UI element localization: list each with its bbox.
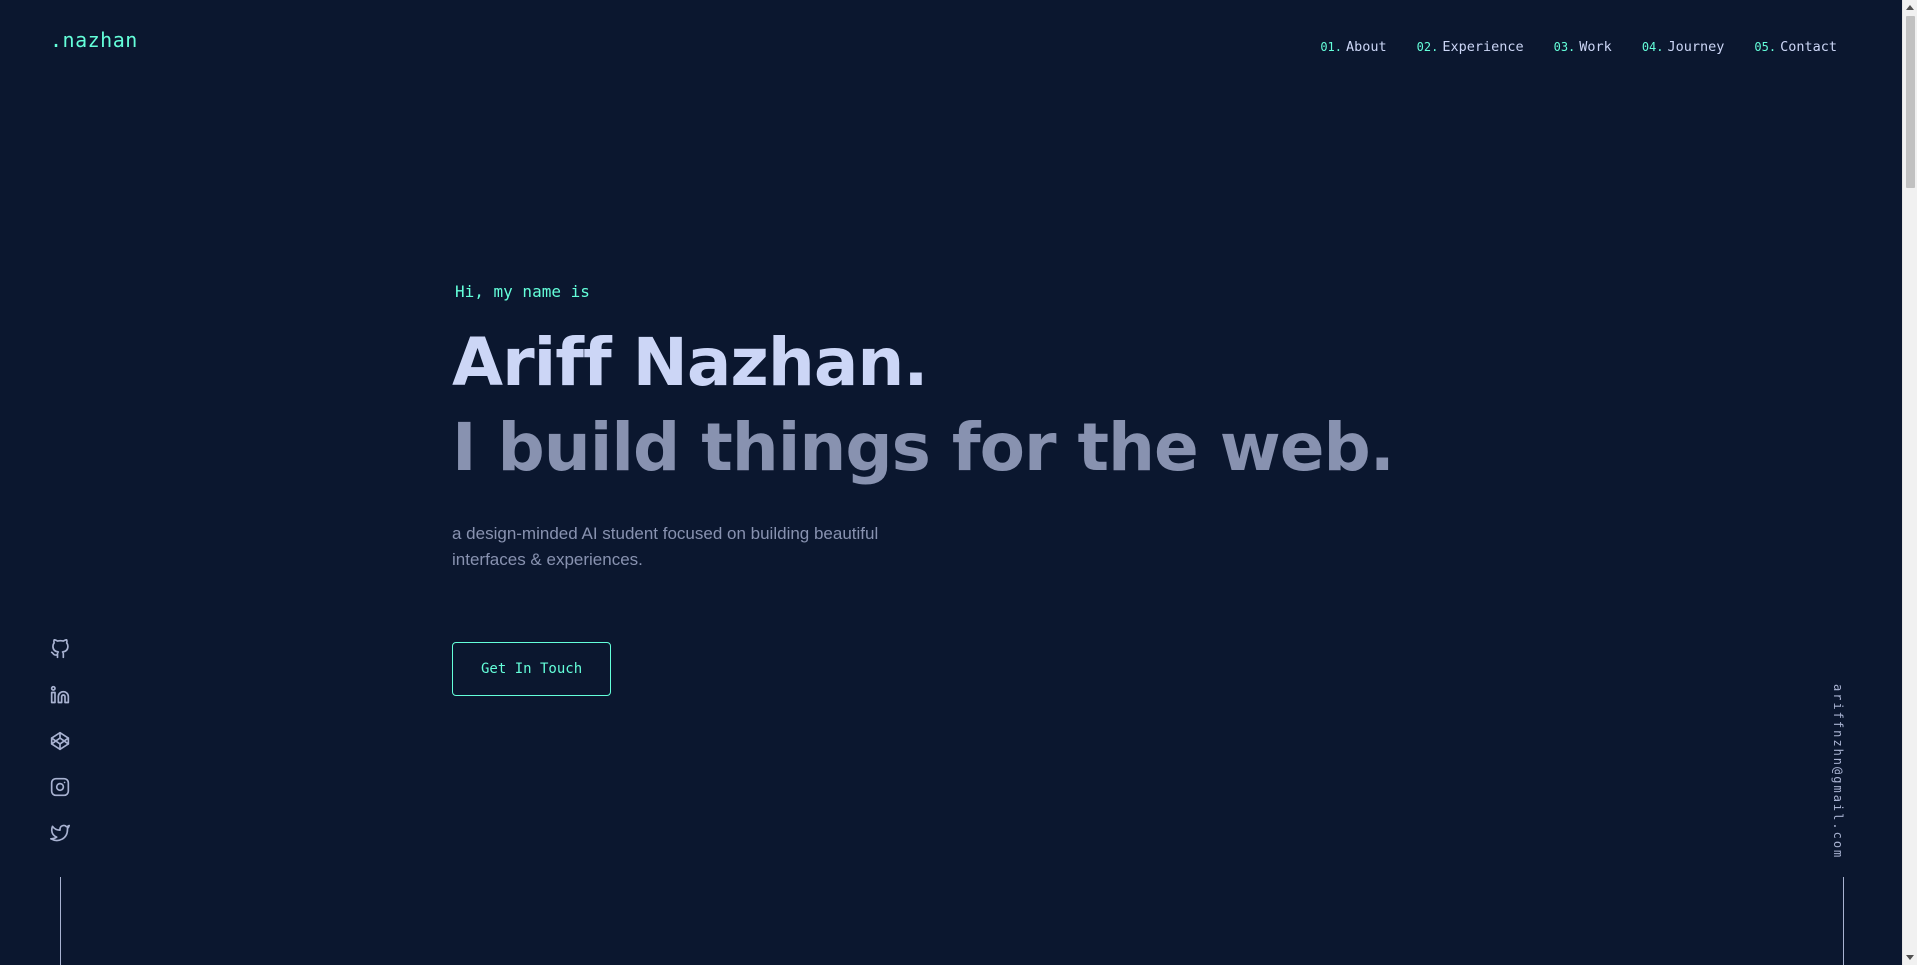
right-divider-line bbox=[1843, 877, 1844, 965]
hero-greeting: Hi, my name is bbox=[455, 282, 590, 301]
scroll-down-arrow-icon[interactable] bbox=[1906, 955, 1914, 960]
nav-item-contact[interactable]: 05. Contact bbox=[1754, 37, 1837, 57]
hero-description: a design-minded AI student focused on bu… bbox=[452, 524, 879, 569]
codepen-icon[interactable] bbox=[48, 729, 72, 753]
nav-item-number: 05. bbox=[1754, 40, 1777, 54]
nav-item-number: 01. bbox=[1320, 40, 1342, 54]
nav-item-number: 02. bbox=[1416, 40, 1439, 54]
twitter-icon[interactable] bbox=[48, 821, 72, 845]
nav-item-label: Contact bbox=[1780, 39, 1837, 55]
nav-item-label: Journey bbox=[1667, 39, 1725, 55]
main-nav: 01. About 02. Experience 03. Work 04. Jo… bbox=[1320, 37, 1837, 57]
hero-section: Hi, my name is Ariff Nazhan. I build thi… bbox=[452, 282, 1395, 696]
scrollbar-thumb[interactable] bbox=[1906, 16, 1915, 188]
get-in-touch-button[interactable]: Get In Touch bbox=[452, 642, 612, 696]
nav-item-label: About bbox=[1346, 39, 1387, 55]
hero-name: Ariff Nazhan. bbox=[452, 324, 928, 401]
nav-item-label: Work bbox=[1579, 39, 1612, 55]
page-scrollbar[interactable] bbox=[1902, 0, 1917, 965]
email-link[interactable]: ariffnzhn@gmail.com bbox=[1831, 684, 1845, 859]
nav-item-journey[interactable]: 04. Journey bbox=[1642, 37, 1725, 57]
nav-item-work[interactable]: 03. Work bbox=[1554, 37, 1612, 57]
social-links bbox=[48, 637, 72, 845]
linkedin-icon[interactable] bbox=[48, 683, 72, 707]
scroll-up-arrow-icon[interactable] bbox=[1906, 5, 1914, 10]
instagram-icon[interactable] bbox=[48, 775, 72, 799]
nav-item-number: 03. bbox=[1553, 40, 1576, 54]
github-icon[interactable] bbox=[48, 637, 72, 661]
nav-item-about[interactable]: 01. About bbox=[1320, 37, 1386, 57]
nav-item-label: Experience bbox=[1442, 39, 1524, 55]
left-divider-line bbox=[60, 877, 61, 965]
site-logo[interactable]: .nazhan bbox=[50, 28, 138, 52]
hero-tagline: I build things for the web. bbox=[452, 409, 1395, 486]
nav-item-number: 04. bbox=[1641, 40, 1664, 54]
nav-item-experience[interactable]: 02. Experience bbox=[1417, 37, 1524, 57]
